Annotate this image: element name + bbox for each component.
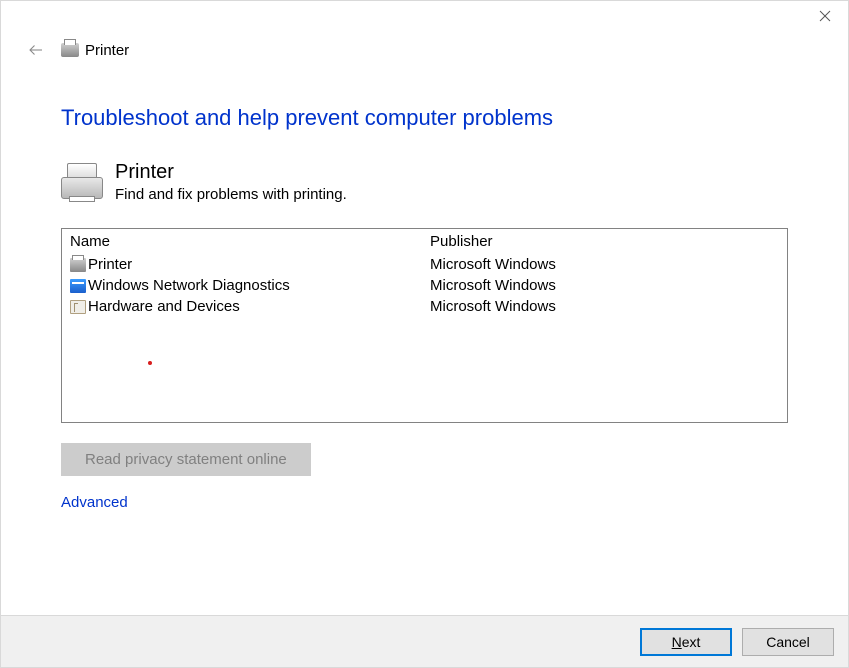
printer-icon bbox=[70, 258, 86, 272]
row-name: Printer bbox=[88, 256, 132, 273]
table-header: Name Publisher bbox=[62, 229, 787, 254]
printer-icon bbox=[61, 41, 79, 59]
network-icon bbox=[70, 279, 86, 293]
table-rows: Printer Microsoft Windows Windows Networ… bbox=[62, 254, 787, 317]
table-row[interactable]: Printer Microsoft Windows bbox=[62, 254, 787, 275]
column-publisher-header[interactable]: Publisher bbox=[430, 233, 779, 250]
next-rest: ext bbox=[682, 634, 701, 650]
table-row[interactable]: Windows Network Diagnostics Microsoft Wi… bbox=[62, 275, 787, 296]
row-publisher: Microsoft Windows bbox=[430, 277, 779, 294]
section-text: Printer Find and fix problems with print… bbox=[115, 161, 347, 203]
next-button[interactable]: Next bbox=[640, 628, 732, 656]
row-publisher: Microsoft Windows bbox=[430, 256, 779, 273]
header-row: Printer bbox=[1, 35, 848, 65]
advanced-link[interactable]: Advanced bbox=[61, 494, 128, 511]
header-title: Printer bbox=[85, 42, 129, 59]
row-publisher: Microsoft Windows bbox=[430, 298, 779, 315]
section-row: Printer Find and fix problems with print… bbox=[61, 161, 788, 203]
close-icon bbox=[819, 10, 831, 22]
main-heading: Troubleshoot and help prevent computer p… bbox=[61, 105, 788, 131]
close-button[interactable] bbox=[802, 1, 848, 31]
back-button[interactable] bbox=[21, 35, 51, 65]
row-name: Windows Network Diagnostics bbox=[88, 277, 290, 294]
troubleshooter-window: Printer Troubleshoot and help prevent co… bbox=[0, 0, 849, 668]
section-title: Printer bbox=[115, 161, 347, 184]
back-arrow-icon bbox=[27, 41, 45, 59]
red-dot-marker bbox=[148, 361, 152, 365]
printer-large-icon bbox=[61, 163, 103, 199]
section-desc: Find and fix problems with printing. bbox=[115, 186, 347, 203]
footer: Next Cancel bbox=[1, 615, 848, 667]
table-row[interactable]: Hardware and Devices Microsoft Windows bbox=[62, 296, 787, 317]
column-name-header[interactable]: Name bbox=[70, 233, 430, 250]
cancel-button[interactable]: Cancel bbox=[742, 628, 834, 656]
row-name: Hardware and Devices bbox=[88, 298, 240, 315]
content-area: Troubleshoot and help prevent computer p… bbox=[1, 65, 848, 512]
hardware-icon bbox=[70, 300, 86, 314]
next-mnemonic: N bbox=[672, 634, 682, 650]
troubleshooter-table: Name Publisher Printer Microsoft Windows… bbox=[61, 228, 788, 423]
privacy-statement-button[interactable]: Read privacy statement online bbox=[61, 443, 311, 476]
